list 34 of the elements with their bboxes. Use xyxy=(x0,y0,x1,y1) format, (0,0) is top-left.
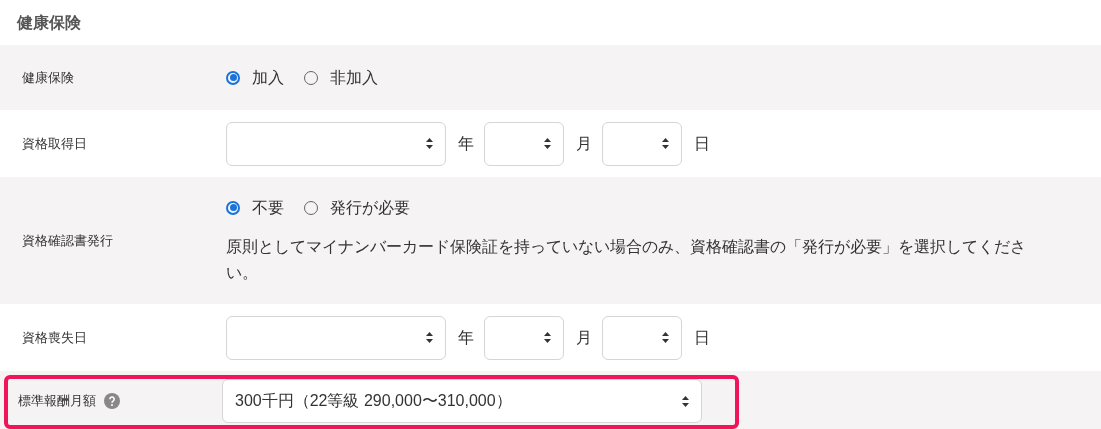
help-icon[interactable] xyxy=(104,393,120,409)
dropdown-caret-icon xyxy=(544,138,551,149)
select-field[interactable] xyxy=(484,315,564,360)
select-field[interactable] xyxy=(226,315,446,360)
radio-label: 発行が必要 xyxy=(330,197,410,218)
field-label: 標準報酬月額 xyxy=(18,392,96,411)
radio-label: 加入 xyxy=(252,67,284,88)
section-title: 健康保険 xyxy=(17,12,81,33)
dropdown-caret-icon xyxy=(662,332,669,343)
date-unit-label: 日 xyxy=(694,133,708,154)
field-label: 健康保険 xyxy=(22,68,74,87)
select-field[interactable]: 300千円（22等級 290,000〜310,000） xyxy=(222,379,702,423)
select-field[interactable] xyxy=(226,121,446,166)
date-unit-label: 年 xyxy=(458,133,472,154)
field-label: 資格喪失日 xyxy=(22,328,87,347)
dropdown-caret-icon xyxy=(426,332,433,343)
dropdown-caret-icon xyxy=(662,138,669,149)
date-unit-label: 月 xyxy=(576,133,590,154)
dropdown-caret-icon xyxy=(426,138,433,149)
date-unit-label: 日 xyxy=(694,327,708,348)
dropdown-caret-icon xyxy=(682,395,689,407)
select-field[interactable] xyxy=(602,121,682,166)
date-unit-label: 年 xyxy=(458,327,472,348)
select-field[interactable] xyxy=(602,315,682,360)
radio-label: 非加入 xyxy=(330,67,378,88)
note-text: 原則としてマイナンバーカード保険証を持っていない場合のみ、資格確認書の「発行が必要」を選択してください。 xyxy=(226,236,1026,283)
radio-label: 不要 xyxy=(252,197,284,218)
field-label: 資格取得日 xyxy=(22,134,87,153)
radio-button[interactable] xyxy=(226,70,240,85)
radio-button[interactable] xyxy=(226,200,240,215)
date-unit-label: 月 xyxy=(576,327,590,348)
select-field[interactable] xyxy=(484,121,564,166)
dropdown-caret-icon xyxy=(544,332,551,343)
field-label: 資格確認書発行 xyxy=(22,231,113,250)
